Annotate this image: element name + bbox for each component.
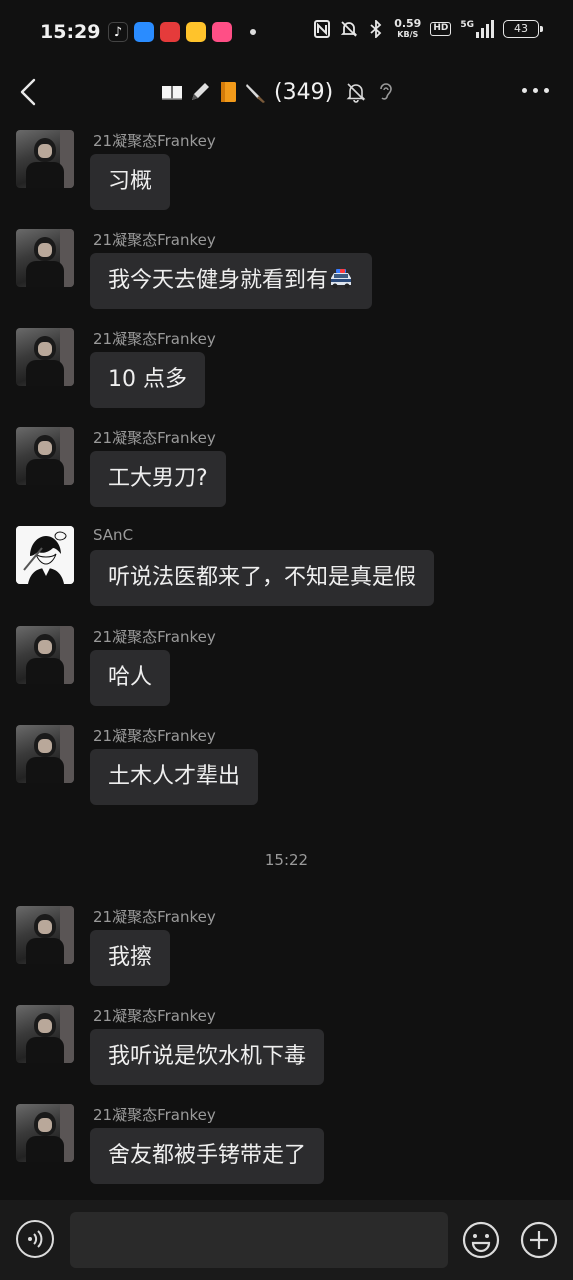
more-dot [544,88,549,93]
yellow-app-icon [186,22,206,42]
message-bubble[interactable]: 我今天去健身就看到有 [90,253,373,309]
avatar-frankey[interactable] [16,626,74,684]
more-dot [522,88,527,93]
net-speed: 0.59 KB/S [394,18,421,40]
sender-name: 21凝聚态Frankey [93,727,216,745]
group-title[interactable]: (349) [160,76,395,108]
status-time: 15:29 [40,21,101,43]
chevron-left-icon [20,78,36,106]
blue-app-icon [134,22,154,42]
nfc-icon [313,19,331,39]
voice-icon [28,1230,43,1248]
status-bar: 15:29 ♪ 0.59 KB/S HD 5G 43 [0,0,573,64]
red-app-icon [160,22,180,42]
mute-bell-icon [340,19,358,39]
status-right: 0.59 KB/S HD 5G 43 [313,18,543,40]
knife-emoji-icon [244,80,268,104]
message-bubble[interactable]: 我擦 [90,930,171,986]
notification-icons: ♪ [108,22,256,42]
more-notifications-dot [250,29,256,35]
signal-icon: 5G [460,20,494,38]
sender-name: 21凝聚态Frankey [93,132,216,150]
mute-bell-icon [345,81,367,103]
message-bubble[interactable]: 工大男刀? [90,451,226,507]
avatar-frankey[interactable] [16,1104,74,1162]
message-bubble[interactable]: 哈人 [90,650,171,706]
chat-header: (349) [0,64,573,120]
avatar-frankey[interactable] [16,130,74,188]
message-bubble[interactable]: 听说法医都来了，不知是真是假 [90,550,435,606]
message-bubble[interactable]: 土木人才辈出 [90,749,259,805]
member-count: (349) [274,79,334,105]
notebook-emoji-icon [216,80,240,104]
avatar-frankey[interactable] [16,725,74,783]
ear-icon [377,81,395,103]
avatar-sanc[interactable] [16,526,74,584]
message-text: 我今天去健身就看到有 [108,268,329,293]
message-bubble[interactable]: 10 点多 [90,352,205,408]
sender-name: 21凝聚态Frankey [93,429,216,447]
message-list[interactable]: 21凝聚态Frankey 习概 21凝聚态Frankey 我今天去健身就看到有 … [0,120,573,1200]
signal-label: 5G [460,20,474,30]
avatar-frankey[interactable] [16,229,74,287]
voice-button[interactable] [16,1220,54,1258]
more-button[interactable] [522,88,549,93]
message-bubble[interactable]: 习概 [90,154,171,210]
avatar-frankey[interactable] [16,427,74,485]
sender-name: 21凝聚态Frankey [93,231,216,249]
hd-badge: HD [430,22,452,36]
pen-emoji-icon [188,80,212,104]
back-button[interactable] [16,76,44,108]
pink-app-icon [212,22,232,42]
time-divider: 15:22 [264,851,309,869]
message-input[interactable] [70,1212,448,1268]
message-bubble[interactable]: 我听说是饮水机下毒 [90,1029,325,1085]
sender-name: 21凝聚态Frankey [93,330,216,348]
bluetooth-icon [367,19,385,39]
more-dot [533,88,538,93]
net-speed-value: 0.59 [394,17,422,30]
tiktok-app-icon: ♪ [108,22,128,42]
plus-button[interactable] [519,1220,559,1260]
net-speed-unit: KB/S [397,30,419,39]
sender-name: 21凝聚态Frankey [93,908,216,926]
avatar-frankey[interactable] [16,1005,74,1063]
avatar-frankey[interactable] [16,906,74,964]
emoji-button[interactable] [461,1220,501,1260]
sender-name: SAnC [93,526,134,544]
battery-indicator: 43 [503,20,543,38]
input-bar [0,1200,573,1280]
sender-name: 21凝聚态Frankey [93,1106,216,1124]
message-bubble[interactable]: 舍友都被手铐带走了 [90,1128,325,1184]
sender-name: 21凝聚态Frankey [93,1007,216,1025]
plus-icon [520,1221,558,1259]
sender-name: 21凝聚态Frankey [93,628,216,646]
emoji-icon [462,1221,500,1259]
avatar-frankey[interactable] [16,328,74,386]
police-car-emoji-icon [328,256,354,289]
book-emoji-icon [160,80,184,104]
